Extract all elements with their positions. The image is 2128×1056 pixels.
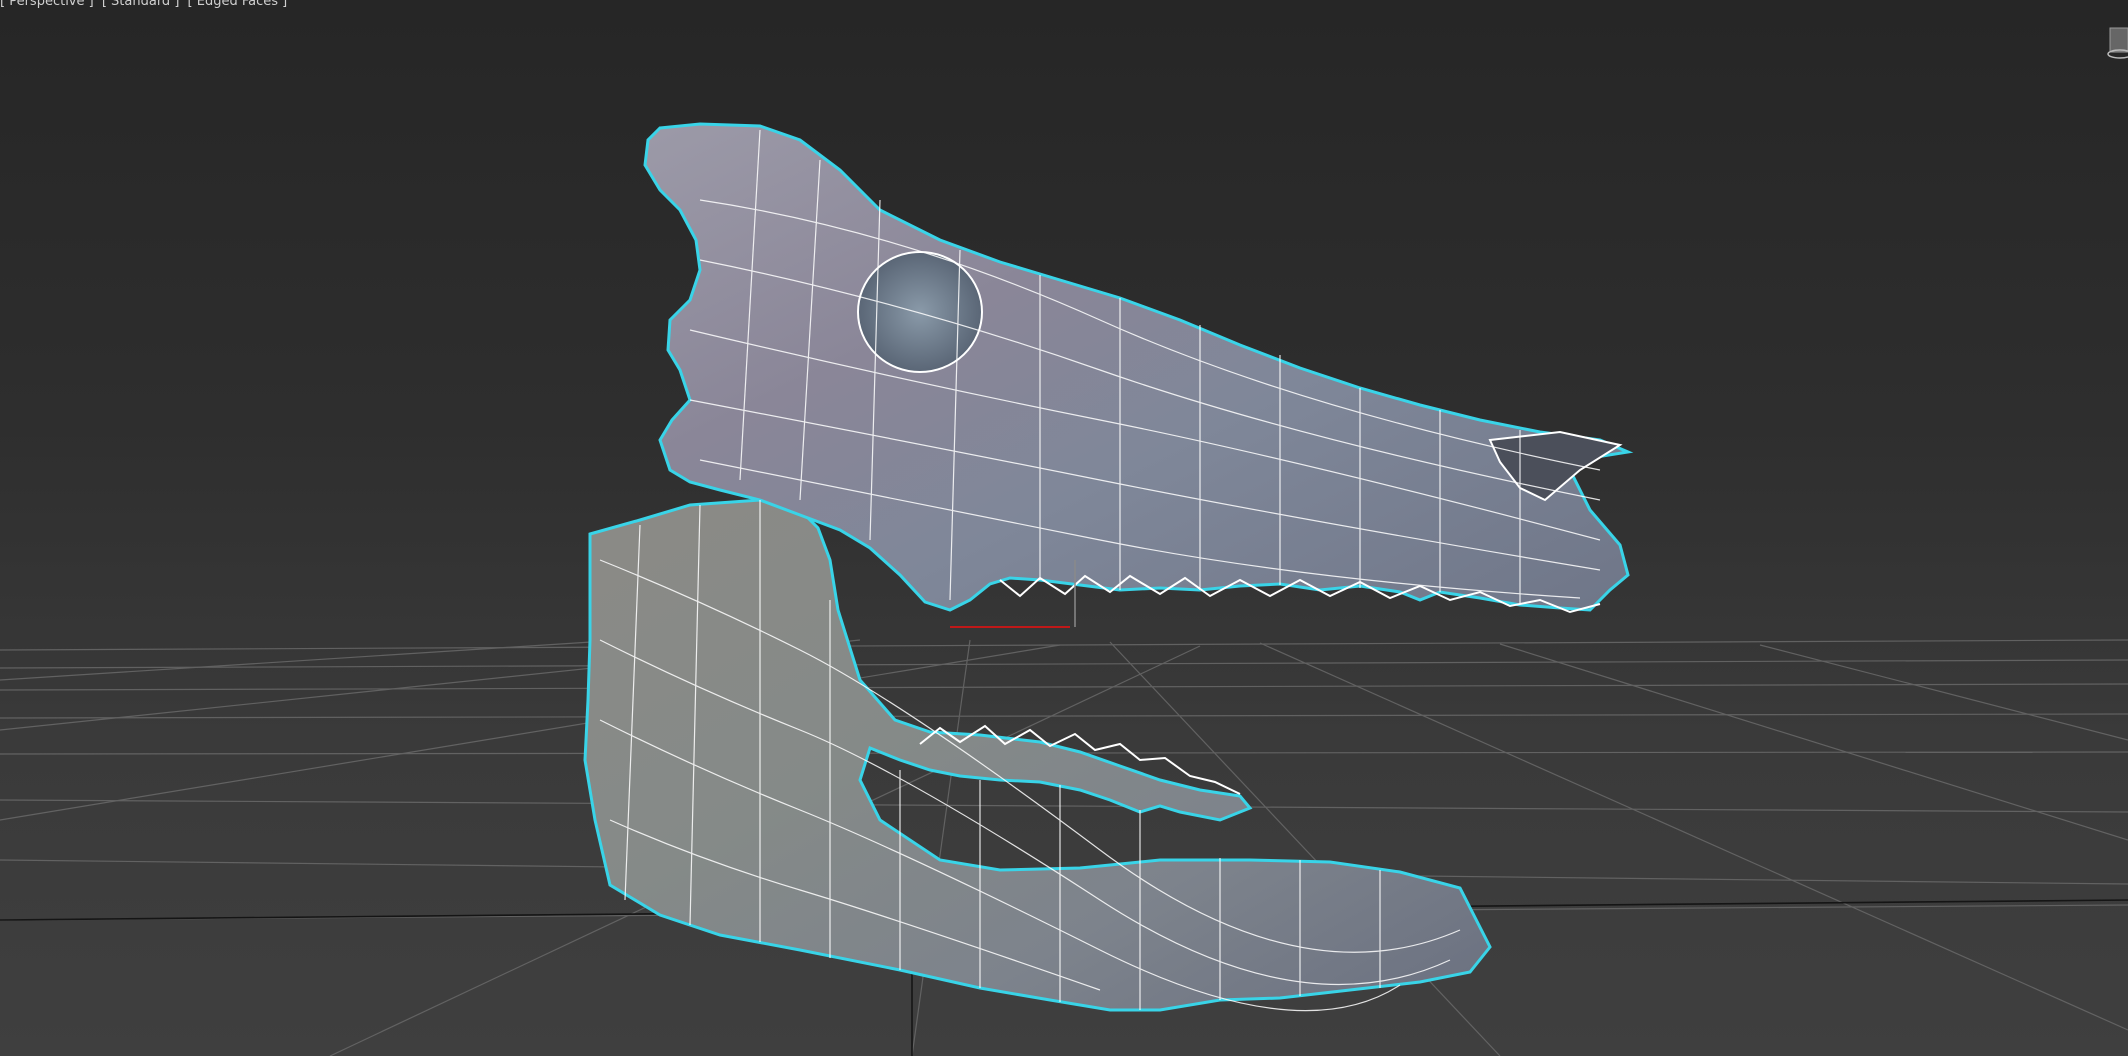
viewcube-icon[interactable] — [2094, 22, 2128, 62]
scene-canvas[interactable] — [0, 0, 2128, 1056]
perspective-viewport[interactable]: [ Perspective ] [ Standard ] [ Edged Fac… — [0, 0, 2128, 1056]
